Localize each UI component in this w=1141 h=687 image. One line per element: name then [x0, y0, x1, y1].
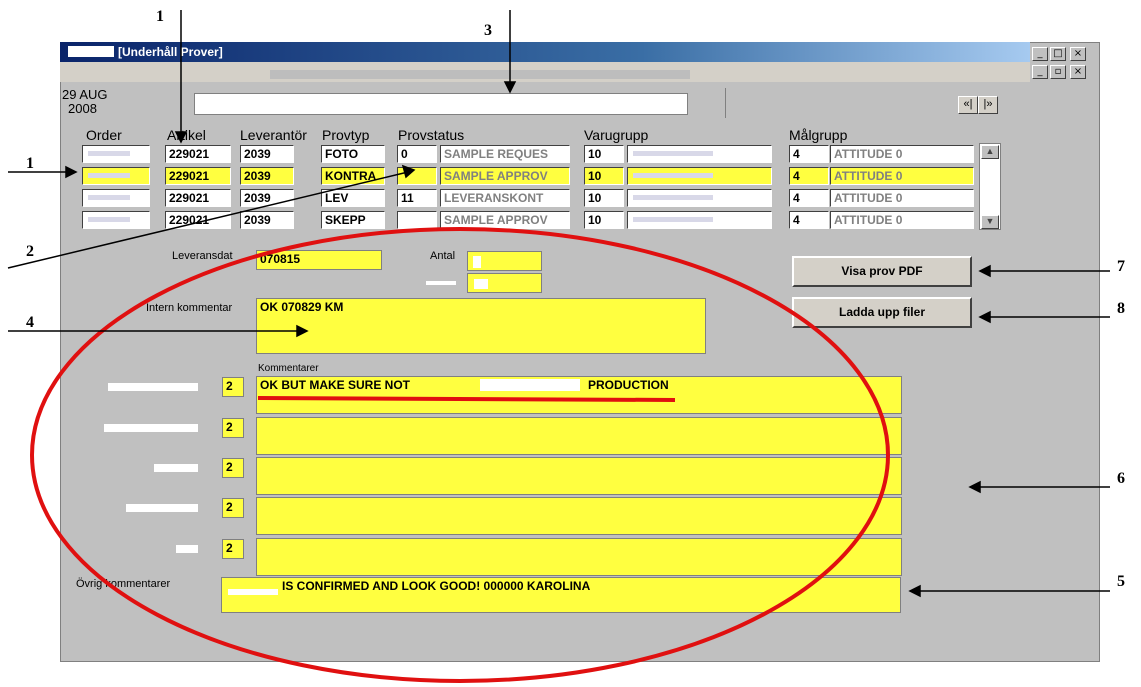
red-ellipse	[30, 227, 890, 683]
annot-5: 5	[1117, 573, 1125, 590]
red-underline	[257, 396, 676, 402]
annotation-overlay	[7, 10, 1110, 683]
annot-7: 7	[1117, 258, 1125, 275]
arrow-2	[7, 171, 409, 269]
annot-8: 8	[1117, 300, 1125, 317]
annot-6: 6	[1117, 470, 1125, 487]
annot-4: 4	[26, 314, 34, 331]
annot-1-top: 1	[156, 8, 164, 25]
annot-3: 3	[484, 22, 492, 39]
annot-2: 2	[26, 243, 34, 260]
annot-1-left: 1	[26, 155, 34, 172]
